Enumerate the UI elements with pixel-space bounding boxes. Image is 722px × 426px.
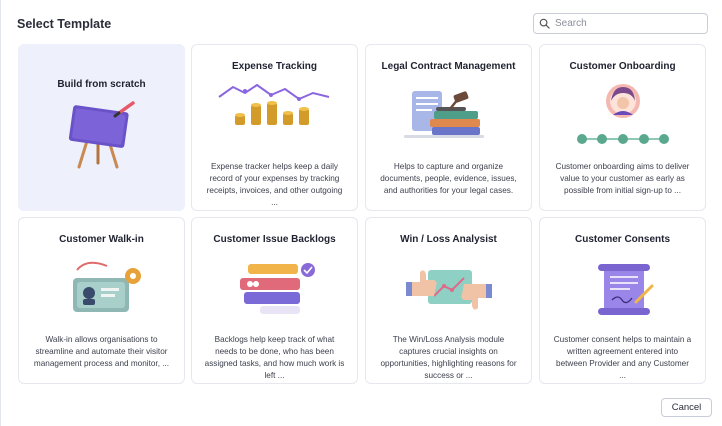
template-description: Customer consent helps to maintain a wri… <box>553 335 692 380</box>
template-name: Expense Tracking <box>231 61 318 72</box>
template-name: Customer Walk-in <box>59 234 144 245</box>
thumbs-up-down-icon <box>366 256 531 334</box>
template-card-customer-onboarding[interactable]: Customer Onboarding Customer onboarding … <box>539 44 706 211</box>
template-description: Helps to capture and organize documents,… <box>380 162 517 195</box>
search-icon <box>539 18 550 29</box>
avatar-progress-steps-icon <box>540 83 705 161</box>
template-name: Customer Onboarding <box>569 61 676 72</box>
search-box[interactable] <box>533 13 708 34</box>
template-card-win-loss-analysist[interactable]: Win / Loss Analysist The Win/Loss Analys… <box>365 217 532 384</box>
template-description: Expense tracker helps keep a daily recor… <box>206 162 343 207</box>
template-description: Customer onboarding aims to deliver valu… <box>555 162 690 195</box>
template-card-legal-contract-management[interactable]: Legal Contract Management Helps to captu… <box>365 44 532 211</box>
id-badge-gear-icon <box>19 256 184 334</box>
template-description: The Win/Loss Analysis module captures cr… <box>380 335 517 380</box>
template-description: Walk-in allows organisations to streamli… <box>33 335 170 368</box>
easel-paintbrush-icon <box>19 101 184 201</box>
gavel-books-icon <box>366 83 531 161</box>
template-card-expense-tracking[interactable]: Expense Tracking Expense tracker helps k… <box>191 44 358 211</box>
template-card-customer-walk-in[interactable]: Customer Walk-in Walk-in allows organisa… <box>18 217 185 384</box>
template-name: Customer Consents <box>574 234 670 245</box>
template-name: Build from scratch <box>57 79 146 90</box>
template-card-build-from-scratch[interactable]: Build from scratch <box>18 44 185 211</box>
dialog-title: Select Template <box>17 17 112 31</box>
search-input[interactable] <box>555 18 700 29</box>
template-name: Legal Contract Management <box>381 61 516 72</box>
template-description: Backlogs help keep track of what needs t… <box>204 335 345 380</box>
template-name: Win / Loss Analysist <box>400 234 497 245</box>
signed-scroll-icon <box>540 256 705 334</box>
select-template-dialog: Select Template Build from scratch Expen… <box>0 0 722 426</box>
coin-stacks-graph-icon <box>192 83 357 161</box>
template-card-customer-issue-backlogs[interactable]: Customer Issue Backlogs Backlogs help ke… <box>191 217 358 384</box>
cancel-button[interactable]: Cancel <box>661 398 712 417</box>
template-card-customer-consents[interactable]: Customer Consents Customer consent helps… <box>539 217 706 384</box>
stacked-tasks-icon <box>192 256 357 334</box>
template-name: Customer Issue Backlogs <box>213 234 336 245</box>
